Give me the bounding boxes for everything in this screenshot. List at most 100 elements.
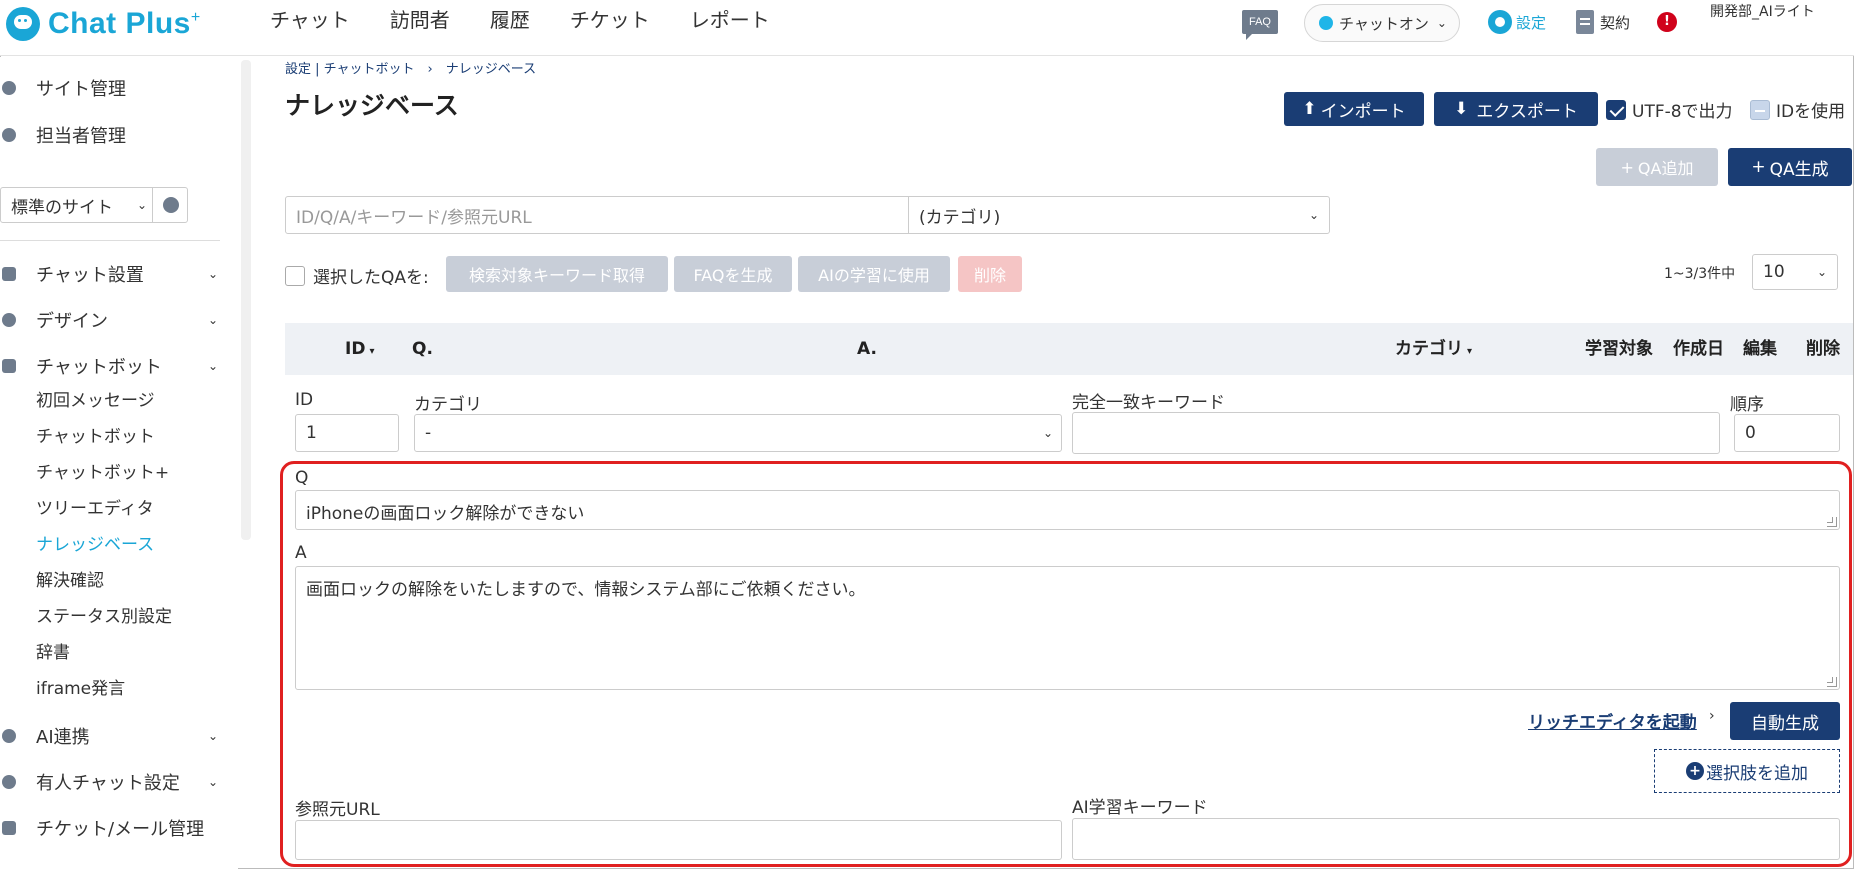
- export-button[interactable]: ⬇ エクスポート: [1434, 92, 1598, 126]
- sidebar-scrollbar[interactable]: [241, 60, 251, 540]
- sidebar-item-label: 有人チャット設定: [36, 773, 180, 794]
- answer-textarea[interactable]: 画面ロックの解除をいたしますので、情報システム部にご依頼ください。: [295, 566, 1840, 690]
- ai-keyword-field[interactable]: [1072, 818, 1840, 860]
- alert-icon[interactable]: !: [1657, 12, 1677, 32]
- sidebar-item-site-management[interactable]: サイト管理: [0, 71, 230, 105]
- import-label: インポート: [1320, 101, 1406, 122]
- sidebar-item-manned-chat[interactable]: 有人チャット設定 ⌄: [0, 765, 230, 799]
- category-select[interactable]: - ⌄: [414, 414, 1062, 452]
- sidebar-sub-tree-editor[interactable]: ツリーエディタ: [36, 495, 154, 523]
- column-id[interactable]: ID ▾: [345, 323, 374, 375]
- exact-keyword-label: 完全一致キーワード: [1072, 393, 1225, 413]
- add-choice-button[interactable]: + 選択肢を追加: [1654, 749, 1840, 793]
- sidebar-item-ai[interactable]: AI連携 ⌄: [0, 719, 230, 753]
- sidebar-sub-status-settings[interactable]: ステータス別設定: [36, 603, 172, 631]
- use-id-checkbox[interactable]: [1750, 99, 1770, 120]
- id-field[interactable]: 1: [295, 414, 399, 452]
- column-q: Q.: [412, 339, 433, 359]
- nav-history[interactable]: 履歴: [490, 8, 530, 32]
- breadcrumb[interactable]: 設定 | チャットボット › ナレッジベース: [285, 58, 536, 77]
- sort-icon: ▾: [1467, 346, 1473, 357]
- utf8-label: UTF-8で出力: [1632, 102, 1733, 122]
- per-page-select[interactable]: 10 ⌄: [1752, 254, 1838, 290]
- app-logo[interactable]: Chat Plus+: [6, 4, 201, 44]
- import-button[interactable]: ⬆ インポート: [1284, 92, 1424, 126]
- nav-report[interactable]: レポート: [690, 8, 770, 32]
- sidebar-item-chatbot[interactable]: チャットボット ⌄: [0, 349, 230, 383]
- column-label: カテゴリ: [1395, 339, 1463, 359]
- ai-icon: [2, 729, 16, 743]
- use-for-ai-button[interactable]: AIの学習に使用: [798, 256, 950, 292]
- sidebar-item-label: チャットボット: [36, 357, 162, 378]
- list-icon: [2, 821, 16, 835]
- table-header: ID ▾ Q. A. カテゴリ ▾ 学習対象 作成日 編集 削除: [285, 323, 1853, 375]
- resize-handle-icon[interactable]: [1827, 517, 1837, 527]
- category-value: -: [425, 423, 432, 443]
- column-learn: 学習対象: [1585, 339, 1653, 359]
- bulk-delete-button[interactable]: 削除: [958, 256, 1022, 292]
- contract-link[interactable]: 契約: [1576, 10, 1630, 34]
- sidebar-sub-initial-message[interactable]: 初回メッセージ: [36, 387, 155, 415]
- column-a: A.: [857, 339, 877, 359]
- bulk-select[interactable]: 選択したQAを:: [285, 263, 429, 288]
- faq-icon[interactable]: FAQ: [1242, 10, 1278, 40]
- sidebar-item-chat-install[interactable]: チャット設置 ⌄: [0, 257, 230, 291]
- chevron-down-icon: ⌄: [207, 267, 218, 281]
- rich-editor-link[interactable]: リッチエディタを起動: [1528, 708, 1697, 733]
- upload-icon: ⬆: [1302, 99, 1317, 119]
- sidebar-sub-chatbot[interactable]: チャットボット: [36, 423, 155, 451]
- answer-text: 画面ロックの解除をいたしますので、情報システム部にご依頼ください。: [306, 580, 866, 600]
- order-label: 順序: [1730, 395, 1764, 415]
- sidebar-sub-iframe[interactable]: iframe発言: [36, 675, 125, 703]
- chevron-down-icon: ⌄: [1816, 265, 1827, 279]
- sidebar-item-label: サイト管理: [36, 79, 126, 100]
- column-created: 作成日: [1673, 339, 1724, 359]
- sidebar-item-label: チャット設置: [36, 265, 144, 286]
- get-keywords-button[interactable]: 検索対象キーワード取得: [446, 256, 668, 292]
- ref-url-label: 参照元URL: [295, 800, 380, 820]
- site-settings-gear-icon[interactable]: [163, 197, 179, 213]
- column-category[interactable]: カテゴリ ▾: [1395, 323, 1472, 375]
- page-title: ナレッジベース: [285, 91, 459, 120]
- ref-url-field[interactable]: [295, 820, 1062, 860]
- user-menu[interactable]: 開発部_AIライト: [1710, 2, 1850, 22]
- a-label: A: [295, 543, 307, 563]
- qa-generate-button[interactable]: + QA生成: [1728, 148, 1852, 186]
- result-count: 1~3/3件中: [1664, 266, 1736, 282]
- exact-keyword-field[interactable]: [1072, 412, 1720, 454]
- nav-ticket[interactable]: チケット: [570, 8, 650, 32]
- plus-icon: +: [1751, 157, 1766, 177]
- utf8-option[interactable]: UTF-8で出力: [1606, 97, 1733, 122]
- main-nav: チャット 訪問者 履歴 チケット レポート: [270, 8, 810, 32]
- bulk-label: 選択したQAを:: [313, 268, 429, 288]
- chat-status-dropdown[interactable]: チャットオン ⌄: [1304, 4, 1460, 42]
- utf8-checkbox[interactable]: [1606, 99, 1626, 120]
- question-textarea[interactable]: iPhoneの画面ロック解除ができない: [295, 490, 1840, 530]
- palette-icon: [2, 313, 16, 327]
- nav-visitors[interactable]: 訪問者: [390, 8, 450, 32]
- chevron-down-icon: ⌄: [1308, 208, 1319, 222]
- settings-link[interactable]: 設定: [1488, 10, 1546, 34]
- plus-circle-icon: +: [1686, 762, 1704, 780]
- sidebar-item-ticket-mail[interactable]: チケット/メール管理: [0, 811, 230, 845]
- contract-label: 契約: [1600, 13, 1631, 32]
- sidebar-sub-resolution-check[interactable]: 解決確認: [36, 567, 104, 595]
- qa-add-button[interactable]: + QA追加: [1596, 148, 1718, 186]
- sidebar-item-design[interactable]: デザイン ⌄: [0, 303, 230, 337]
- settings-label: 設定: [1516, 13, 1547, 32]
- select-all-checkbox[interactable]: [285, 265, 305, 286]
- use-id-option[interactable]: IDを使用: [1750, 97, 1845, 122]
- generate-faq-button[interactable]: FAQを生成: [674, 256, 792, 292]
- sidebar-sub-chatbot-plus[interactable]: チャットボット+: [36, 459, 169, 487]
- search-input[interactable]: ID/Q/A/キーワード/参照元URL: [285, 196, 909, 234]
- order-field[interactable]: 0: [1734, 414, 1840, 452]
- resize-handle-icon[interactable]: [1827, 677, 1837, 687]
- category-filter-select[interactable]: (カテゴリ) ⌄: [908, 196, 1330, 234]
- sidebar-item-staff-management[interactable]: 担当者管理: [0, 118, 230, 152]
- nav-chat[interactable]: チャット: [270, 8, 350, 32]
- sidebar-sub-dictionary[interactable]: 辞書: [36, 639, 70, 667]
- gear-icon: [2, 81, 16, 95]
- sidebar-sub-knowledge-base[interactable]: ナレッジベース: [36, 531, 154, 559]
- site-select[interactable]: 標準のサイト ⌄: [0, 187, 188, 223]
- auto-generate-button[interactable]: 自動生成: [1730, 702, 1840, 740]
